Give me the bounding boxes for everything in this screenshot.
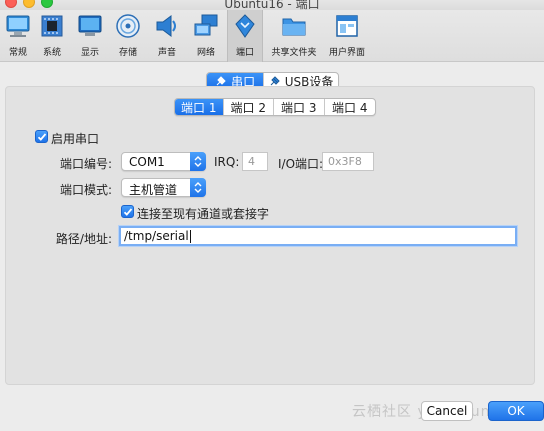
- toolbar-item-ports[interactable]: 端口: [227, 10, 263, 62]
- folder-icon: [282, 18, 306, 36]
- tab-port-1[interactable]: 端口 1: [175, 99, 224, 115]
- updown-arrows-icon: [190, 152, 206, 171]
- network-icon: [194, 14, 218, 36]
- io-port-value: 0x3F8: [328, 155, 362, 168]
- port-number-label: 端口编号:: [59, 157, 112, 171]
- path-address-value: /tmp/serial: [124, 229, 189, 243]
- toolbar-item-shared-folders[interactable]: 共享文件夹: [271, 10, 317, 62]
- checkmark-icon: [123, 207, 132, 216]
- irq-label: IRQ:: [214, 155, 240, 169]
- port-number-value: COM1: [129, 155, 165, 169]
- tab-port-3[interactable]: 端口 3: [274, 99, 325, 115]
- window-icon: [336, 15, 358, 37]
- speaker-icon: [156, 15, 176, 37]
- path-address-input[interactable]: /tmp/serial: [119, 226, 517, 246]
- connect-existing-label: 连接至现有通道或套接字: [137, 207, 270, 221]
- updown-arrows-icon: [190, 178, 206, 197]
- chip-icon: [41, 15, 63, 37]
- irq-field[interactable]: 4: [242, 152, 268, 171]
- enable-serial-label: 启用串口: [51, 132, 100, 146]
- toolbar-label: 用户界面: [328, 48, 365, 58]
- ok-button[interactable]: OK: [488, 401, 544, 421]
- io-port-label: I/O端口:: [278, 157, 324, 171]
- plug-icon: [235, 14, 255, 38]
- settings-toolbar: 常规 系统 显示 存储 声音 网络 端口 共享文件夹 用户界面: [0, 10, 544, 62]
- port-mode-value: 主机管道: [129, 183, 178, 197]
- tab-port-4[interactable]: 端口 4: [325, 99, 375, 115]
- disk-icon: [116, 14, 140, 38]
- text-caret: [189, 230, 191, 243]
- toolbar-label: 共享文件夹: [271, 48, 317, 58]
- io-port-field[interactable]: 0x3F8: [322, 152, 374, 171]
- port-mode-label: 端口模式:: [59, 183, 112, 197]
- port-number-select[interactable]: COM1: [121, 152, 206, 171]
- monitor-icon: [78, 15, 102, 36]
- path-address-label: 路径/地址:: [55, 232, 112, 246]
- port-mode-select[interactable]: 主机管道: [121, 178, 206, 197]
- title-bar: Ubuntu16 - 端口: [0, 0, 544, 11]
- enable-serial-checkbox[interactable]: [35, 130, 48, 143]
- computer-icon: [6, 15, 30, 37]
- connect-existing-checkbox[interactable]: [121, 205, 134, 218]
- settings-window: Ubuntu16 - 端口 常规 系统 显示 存储 声音 网络 端口 共享文件夹…: [0, 0, 544, 431]
- port-tab-bar: 端口 1 端口 2 端口 3 端口 4: [174, 98, 376, 116]
- checkmark-icon: [37, 132, 46, 141]
- toolbar-label: 端口: [235, 48, 254, 58]
- tab-port-2[interactable]: 端口 2: [224, 99, 275, 115]
- irq-value: 4: [248, 155, 255, 168]
- cancel-button[interactable]: Cancel: [421, 401, 473, 421]
- toolbar-item-user-interface[interactable]: 用户界面: [329, 10, 365, 62]
